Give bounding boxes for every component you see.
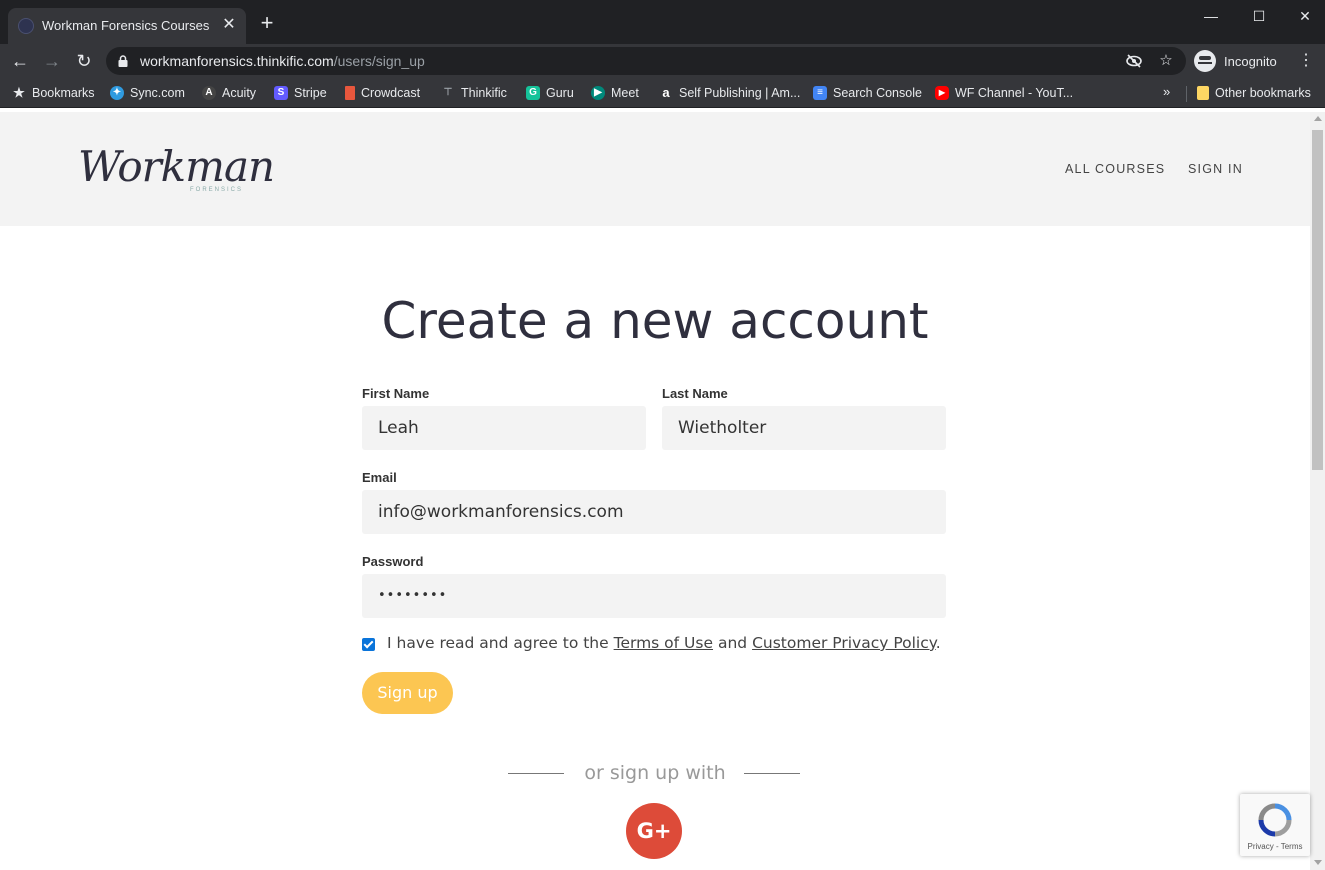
bookmark-label: Stripe xyxy=(294,86,327,100)
browser-tabstrip: Workman Forensics Courses ✕ + — ☐ ✕ xyxy=(0,0,1325,44)
last-name-label: Last Name xyxy=(662,386,728,401)
terms-and: and xyxy=(717,634,748,652)
crowdcast-icon xyxy=(345,86,355,100)
bookmark-guru[interactable]: G Guru xyxy=(526,84,574,102)
browser-toolbar: ← → ↻ workmanforensics.thinkific.com/use… xyxy=(0,44,1325,78)
nav-all-courses[interactable]: ALL COURSES xyxy=(1065,162,1165,176)
bookmark-search-console[interactable]: ≡ Search Console xyxy=(813,84,922,102)
sync-icon: ✦ xyxy=(110,86,124,100)
back-arrow-icon[interactable]: ← xyxy=(9,50,31,72)
bookmark-bookmarks[interactable]: ★ Bookmarks xyxy=(12,84,95,102)
password-label: Password xyxy=(362,554,424,569)
page-title: Create a new account xyxy=(381,292,929,350)
bookmarks-divider xyxy=(1186,86,1187,102)
bookmarks-bar: ★ Bookmarks ✦ Sync.com A Acuity S Stripe… xyxy=(0,78,1325,108)
stripe-icon: S xyxy=(274,86,288,100)
meet-icon: ▶ xyxy=(591,86,605,100)
forward-arrow-icon[interactable]: → xyxy=(41,50,63,72)
last-name-field[interactable]: Wietholter xyxy=(662,406,946,450)
window-close-button[interactable]: ✕ xyxy=(1290,6,1320,26)
email-field[interactable]: info@workmanforensics.com xyxy=(362,490,946,534)
incognito-icon xyxy=(1194,50,1216,72)
divider-line-right xyxy=(744,773,800,774)
acuity-icon: A xyxy=(202,86,216,100)
email-label: Email xyxy=(362,470,397,485)
url-text: workmanforensics.thinkific.com/users/sig… xyxy=(140,53,425,69)
bookmark-crowdcast[interactable]: Crowdcast xyxy=(345,84,420,102)
guru-icon: G xyxy=(526,86,540,100)
tab-close-icon[interactable]: ✕ xyxy=(220,16,238,34)
nav-sign-in[interactable]: SIGN IN xyxy=(1188,162,1243,176)
bookmark-label: Bookmarks xyxy=(32,86,95,100)
scroll-down-arrow-icon[interactable] xyxy=(1314,860,1322,865)
folder-icon xyxy=(1197,86,1209,100)
privacy-policy-link[interactable]: Customer Privacy Policy xyxy=(752,634,936,652)
site-header: Workman FORENSICS ALL COURSES SIGN IN xyxy=(0,112,1310,226)
logo-subtext: FORENSICS xyxy=(190,187,244,193)
terms-prefix: I have read and agree to the xyxy=(387,634,609,652)
other-bookmarks-label: Other bookmarks xyxy=(1215,86,1311,100)
browser-tab-active[interactable]: Workman Forensics Courses ✕ xyxy=(8,8,246,44)
amazon-icon: a xyxy=(662,85,670,100)
site-favicon-icon xyxy=(18,18,34,34)
bookmark-label: WF Channel - YouT... xyxy=(955,86,1074,100)
page-viewport: Workman FORENSICS ALL COURSES SIGN IN Cr… xyxy=(0,112,1310,870)
lock-icon xyxy=(118,55,128,67)
site-logo[interactable]: Workman FORENSICS xyxy=(78,142,275,198)
youtube-icon: ▶ xyxy=(935,86,949,100)
bookmark-stripe[interactable]: S Stripe xyxy=(274,84,327,102)
bookmark-label: Meet xyxy=(611,86,639,100)
bookmark-youtube[interactable]: ▶ WF Channel - YouT... xyxy=(935,84,1073,102)
bookmark-label: Thinkific xyxy=(461,86,507,100)
bookmark-label: Sync.com xyxy=(130,86,185,100)
recaptcha-links[interactable]: Privacy - Terms xyxy=(1240,842,1310,851)
other-bookmarks[interactable]: Other bookmarks xyxy=(1197,84,1311,102)
bookmark-sync[interactable]: ✦ Sync.com xyxy=(110,84,185,102)
window-minimize-button[interactable]: — xyxy=(1196,6,1226,26)
bookmarks-overflow-icon[interactable]: » xyxy=(1163,84,1170,99)
eye-slash-icon[interactable] xyxy=(1124,51,1144,71)
scrollbar-thumb[interactable] xyxy=(1312,130,1323,470)
bookmark-self-publishing[interactable]: a Self Publishing | Am... xyxy=(659,84,800,102)
bookmark-star-icon[interactable]: ☆ xyxy=(1156,51,1176,71)
browser-menu-icon[interactable]: ⋮ xyxy=(1298,50,1314,72)
terms-of-use-link[interactable]: Terms of Use xyxy=(614,634,713,652)
thinkific-icon: ⊤ xyxy=(443,87,453,98)
bookmark-acuity[interactable]: A Acuity xyxy=(202,84,256,102)
first-name-field[interactable]: Leah xyxy=(362,406,646,450)
address-bar[interactable]: workmanforensics.thinkific.com/users/sig… xyxy=(106,47,1186,75)
page-scrollbar[interactable] xyxy=(1310,112,1325,870)
recaptcha-badge[interactable]: Privacy - Terms xyxy=(1240,794,1310,856)
bookmark-thinkific[interactable]: ⊤ Thinkific xyxy=(441,84,507,102)
sign-up-button[interactable]: Sign up xyxy=(362,672,453,714)
reload-icon[interactable]: ↻ xyxy=(73,50,95,72)
star-icon: ★ xyxy=(13,85,25,100)
first-name-label: First Name xyxy=(362,386,430,401)
window-maximize-button[interactable]: ☐ xyxy=(1244,6,1274,26)
password-field[interactable]: •••••••• xyxy=(362,574,946,618)
terms-checkbox[interactable] xyxy=(362,638,375,651)
bookmark-label: Acuity xyxy=(222,86,257,100)
bookmark-label: Self Publishing | Am... xyxy=(679,86,801,100)
bookmark-meet[interactable]: ▶ Meet xyxy=(591,84,639,102)
url-path: /users/sign_up xyxy=(333,53,425,69)
bookmark-label: Crowdcast xyxy=(361,86,421,100)
bookmark-label: Guru xyxy=(546,86,574,100)
incognito-label: Incognito xyxy=(1224,53,1277,69)
incognito-profile-button[interactable]: Incognito xyxy=(1194,48,1277,74)
logo-wordmark: Workman xyxy=(78,142,275,191)
url-host: workmanforensics.thinkific.com xyxy=(140,53,334,69)
terms-agreement-text: I have read and agree to the Terms of Us… xyxy=(387,634,941,652)
tab-title: Workman Forensics Courses xyxy=(42,18,210,33)
bookmark-label: Search Console xyxy=(833,86,922,100)
google-plus-signup-button[interactable]: G+ xyxy=(626,803,682,859)
terms-suffix: . xyxy=(935,634,941,652)
social-divider-text: or sign up with xyxy=(584,762,726,784)
scroll-up-arrow-icon[interactable] xyxy=(1314,116,1322,121)
search-console-icon: ≡ xyxy=(813,86,827,100)
recaptcha-icon xyxy=(1258,803,1292,837)
new-tab-button[interactable]: + xyxy=(256,12,278,34)
